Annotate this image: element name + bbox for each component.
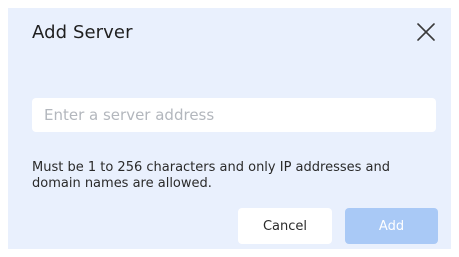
close-button[interactable] bbox=[415, 21, 437, 43]
server-address-input[interactable] bbox=[32, 98, 436, 132]
add-button[interactable]: Add bbox=[345, 208, 438, 244]
validation-hint: Must be 1 to 256 characters and only IP … bbox=[32, 160, 390, 191]
cancel-button[interactable]: Cancel bbox=[238, 208, 332, 244]
add-server-dialog: Add Server Must be 1 to 256 characters a… bbox=[8, 8, 451, 249]
close-icon bbox=[417, 23, 435, 41]
dialog-title: Add Server bbox=[32, 22, 133, 43]
